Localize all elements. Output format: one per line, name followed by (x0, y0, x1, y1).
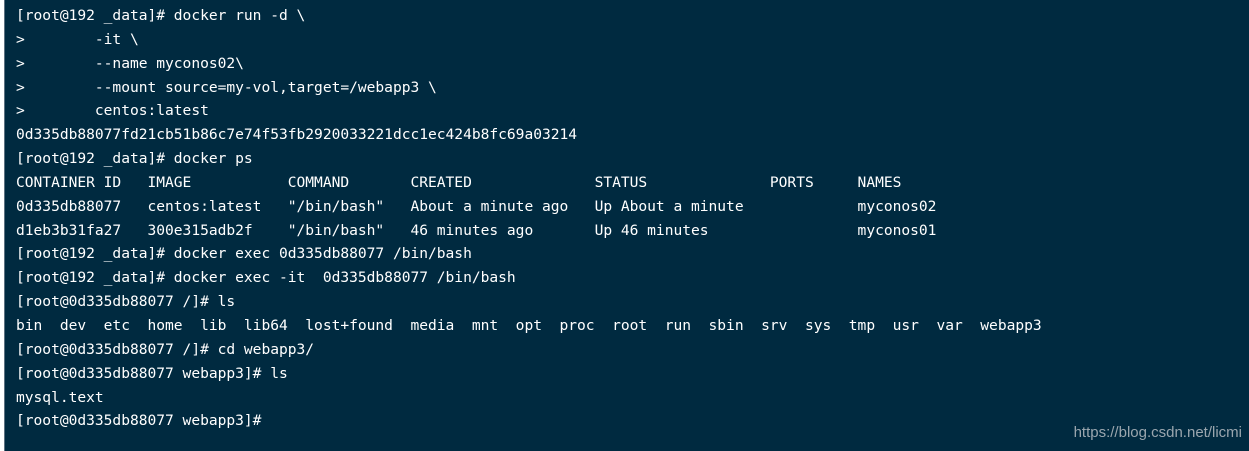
terminal-line: > centos:latest (16, 102, 209, 120)
terminal-line: mysql.text (16, 388, 104, 406)
terminal-line: > --name myconos02\ (16, 54, 244, 72)
terminal-window[interactable]: [root@192 _data]# docker run -d \ > -it … (4, 0, 1249, 451)
terminal-line: [root@0d335db88077 /]# ls (16, 293, 236, 311)
terminal-line: 0d335db88077 centos:latest "/bin/bash" A… (16, 197, 937, 215)
terminal-prompt-line[interactable]: [root@0d335db88077 webapp3]# (16, 409, 1042, 433)
terminal-line: bin dev etc home lib lib64 lost+found me… (16, 316, 1042, 334)
terminal-line: d1eb3b31fa27 300e315adb2f "/bin/bash" 46… (16, 221, 937, 239)
terminal-line: [root@192 _data]# docker exec 0d335db880… (16, 245, 472, 263)
terminal-line: [root@0d335db88077 webapp3]# ls (16, 364, 288, 382)
terminal-output: [root@192 _data]# docker run -d \ > -it … (16, 4, 1042, 433)
watermark: https://blog.csdn.net/licmi (1073, 424, 1242, 441)
terminal-line: [root@192 _data]# docker ps (16, 150, 253, 168)
terminal-line: CONTAINER ID IMAGE COMMAND CREATED STATU… (16, 173, 902, 191)
terminal-line: [root@192 _data]# docker exec -it 0d335d… (16, 269, 516, 287)
terminal-line: [root@192 _data]# docker run -d \ (16, 7, 306, 24)
terminal-line: [root@0d335db88077 /]# cd webapp3/ (16, 340, 315, 358)
terminal-line: > -it \ (16, 30, 139, 48)
terminal-line: > --mount source=my-vol,target=/webapp3 … (16, 78, 437, 96)
terminal-line: 0d335db88077fd21cb51b86c7e74f53fb2920033… (16, 126, 578, 144)
